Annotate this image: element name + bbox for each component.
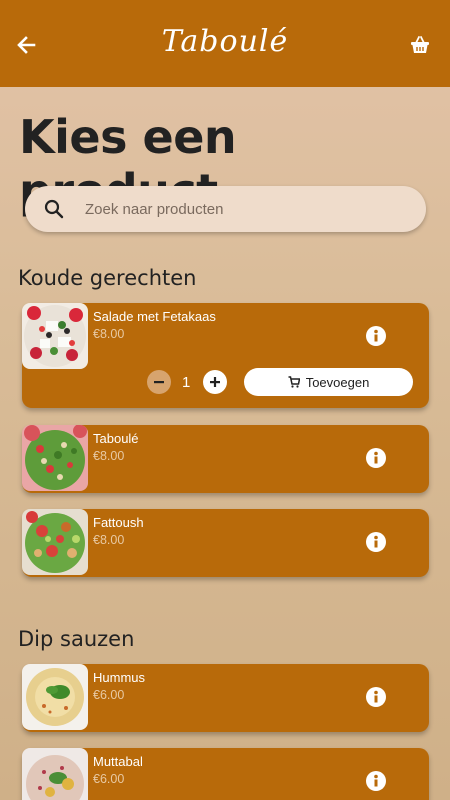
shopping-basket-icon[interactable] (410, 36, 432, 58)
search-input[interactable] (85, 200, 385, 218)
product-card-salade[interactable]: Salade met Fetakaas €8.00 1 Toevoegen (22, 303, 429, 408)
product-card-taboule[interactable]: Taboulé €8.00 (22, 425, 429, 493)
quantity-value: 1 (182, 374, 191, 391)
product-image (22, 425, 88, 491)
app-bar: Taboulé (0, 0, 450, 87)
product-price: €8.00 (93, 327, 125, 341)
quantity-decrease-button[interactable] (147, 370, 171, 394)
product-image (22, 748, 88, 800)
cart-icon (288, 376, 300, 388)
info-icon[interactable] (365, 531, 387, 553)
info-icon[interactable] (365, 770, 387, 792)
product-name: Hummus (93, 670, 146, 685)
info-icon[interactable] (365, 686, 387, 708)
product-card-fattoush[interactable]: Fattoush €8.00 (22, 509, 429, 577)
quantity-increase-button[interactable] (203, 370, 227, 394)
search-bar[interactable] (25, 186, 426, 232)
back-arrow-icon[interactable] (14, 33, 38, 57)
product-name: Fattoush (93, 515, 144, 530)
product-name: Taboulé (93, 431, 139, 446)
product-price: €8.00 (93, 533, 125, 547)
add-to-cart-button[interactable]: Toevoegen (244, 368, 413, 396)
section-title-koude-gerechten: Koude gerechten (18, 266, 197, 290)
product-name: Salade met Fetakaas (93, 309, 216, 324)
product-image (22, 664, 88, 730)
product-card-hummus[interactable]: Hummus €6.00 (22, 664, 429, 732)
add-to-cart-label: Toevoegen (305, 374, 370, 390)
product-image (22, 303, 88, 369)
product-name: Muttabal (93, 754, 143, 769)
info-icon[interactable] (365, 325, 387, 347)
info-icon[interactable] (365, 447, 387, 469)
section-title-dip-sauzen: Dip sauzen (18, 627, 135, 651)
product-image (22, 509, 88, 575)
product-price: €8.00 (93, 449, 125, 463)
product-price: €6.00 (93, 688, 125, 702)
app-title: Taboulé (161, 24, 289, 59)
product-price: €6.00 (93, 772, 125, 786)
product-card-muttabal[interactable]: Muttabal €6.00 (22, 748, 429, 800)
search-icon (44, 199, 64, 219)
